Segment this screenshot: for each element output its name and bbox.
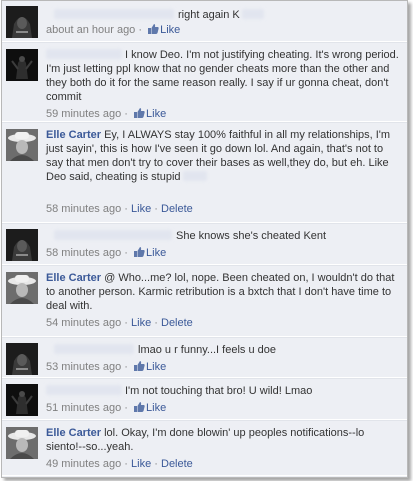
avatar[interactable] <box>6 384 38 416</box>
avatar[interactable] <box>6 343 38 375</box>
separator: · <box>124 203 128 215</box>
thumbs-up-icon <box>134 402 145 412</box>
separator: · <box>154 317 158 329</box>
comment-text: lmao u r funny...I feels u doe <box>138 344 276 356</box>
avatar[interactable] <box>6 272 38 304</box>
comment-text: right again K <box>178 9 240 21</box>
separator: · <box>124 458 128 470</box>
thumbs-up-icon <box>134 247 145 257</box>
delete-link[interactable]: Delete <box>161 203 193 215</box>
redacted-text <box>241 9 264 19</box>
comment-item: Elle Carter @ Who...me? lol, nope. Been … <box>2 265 407 337</box>
like-link[interactable]: Like <box>160 24 180 36</box>
like-link[interactable]: Like <box>146 361 166 373</box>
like-link[interactable]: Like <box>146 247 166 259</box>
redacted-text <box>182 171 207 181</box>
comment-item: right again K about an hour ago · Like <box>2 1 407 42</box>
thumbs-up-icon <box>134 108 145 118</box>
comment-item: I'm not touching that bro! U wild! Lmao … <box>2 378 407 420</box>
like-link[interactable]: Like <box>131 458 151 470</box>
comment-timestamp[interactable]: 58 minutes ago <box>46 247 121 259</box>
like-link[interactable]: Like <box>146 108 166 120</box>
avatar[interactable] <box>6 129 38 161</box>
comment-timestamp[interactable]: about an hour ago <box>46 24 135 36</box>
author-name-redacted[interactable] <box>54 9 174 19</box>
comment-thread: right again K about an hour ago · Like I… <box>1 0 408 478</box>
thumbs-up-icon <box>134 361 145 371</box>
separator: · <box>124 402 128 414</box>
author-name-redacted[interactable] <box>46 49 122 59</box>
separator: · <box>154 203 158 215</box>
author-name-redacted[interactable] <box>54 230 172 240</box>
comment-text: I'm not touching that bro! U wild! Lmao <box>125 385 313 397</box>
author-name-redacted[interactable] <box>54 344 134 354</box>
comment-item: She knows she's cheated Kent 58 minutes … <box>2 223 407 265</box>
avatar[interactable] <box>6 49 38 81</box>
like-link[interactable]: Like <box>131 317 151 329</box>
avatar[interactable] <box>6 229 38 261</box>
thumbs-up-icon <box>148 24 159 34</box>
comment-timestamp[interactable]: 59 minutes ago <box>46 108 121 120</box>
comment-timestamp[interactable]: 54 minutes ago <box>46 317 121 329</box>
author-name-redacted[interactable] <box>46 385 122 395</box>
like-link[interactable]: Like <box>146 402 166 414</box>
separator: · <box>124 247 128 259</box>
comment-timestamp[interactable]: 58 minutes ago <box>46 203 121 215</box>
delete-link[interactable]: Delete <box>161 458 193 470</box>
avatar[interactable] <box>6 6 38 38</box>
author-name[interactable]: Elle Carter <box>46 129 101 141</box>
comment-timestamp[interactable]: 51 minutes ago <box>46 402 121 414</box>
comment-item: Elle Carter lol. Okay, I'm done blowin' … <box>2 420 407 476</box>
separator: · <box>124 108 128 120</box>
avatar[interactable] <box>6 427 38 459</box>
comment-item: lmao u r funny...I feels u doe 53 minute… <box>2 337 407 378</box>
comment-timestamp[interactable]: 53 minutes ago <box>46 361 121 373</box>
separator: · <box>138 24 143 36</box>
comment-item: Elle Carter Ey, I ALWAYS stay 100% faith… <box>2 122 407 223</box>
delete-link[interactable]: Delete <box>161 317 193 329</box>
author-name[interactable]: Elle Carter <box>46 272 101 284</box>
comment-item: I know Deo. I'm not justifying cheating.… <box>2 42 407 122</box>
separator: · <box>154 458 158 470</box>
author-name[interactable]: Elle Carter <box>46 427 101 439</box>
separator: · <box>124 317 128 329</box>
separator: · <box>124 361 128 373</box>
like-link[interactable]: Like <box>131 203 151 215</box>
comment-text: She knows she's cheated Kent <box>176 230 327 242</box>
comment-timestamp[interactable]: 49 minutes ago <box>46 458 121 470</box>
